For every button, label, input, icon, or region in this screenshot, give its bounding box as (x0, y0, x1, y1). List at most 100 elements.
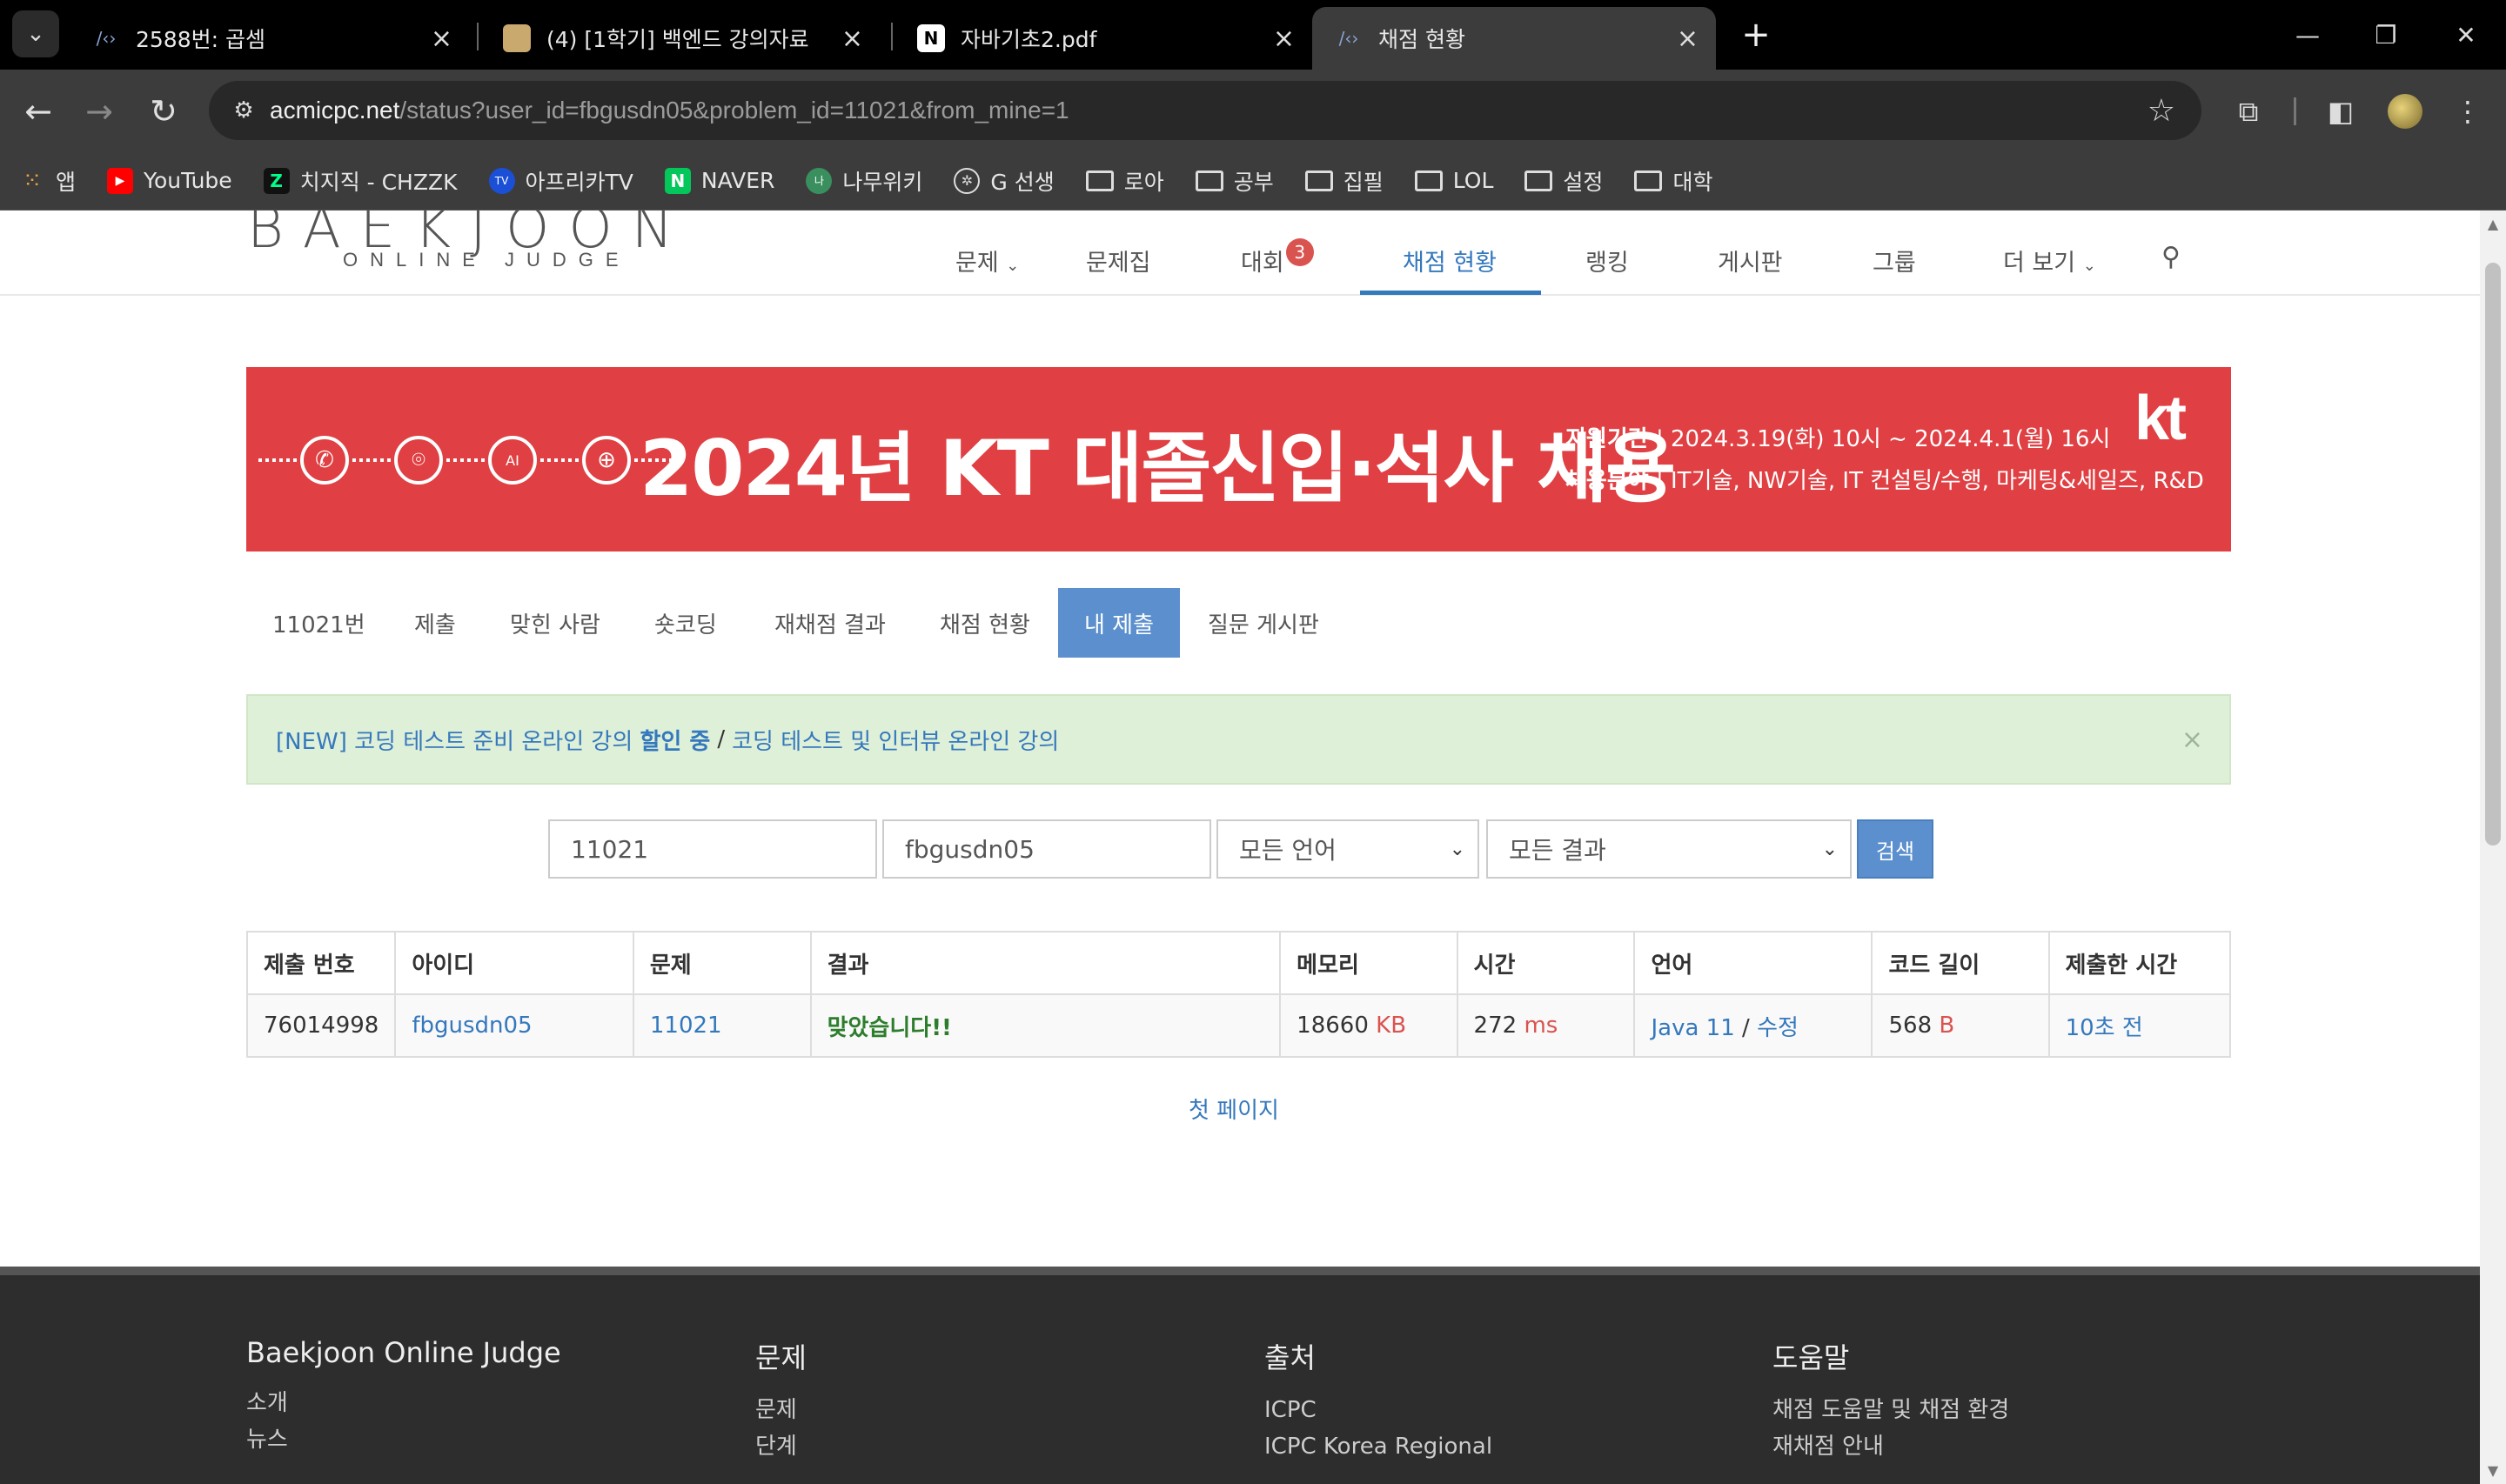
nav-problems[interactable]: 문제 ⌄ (955, 244, 1019, 277)
ai-chip-icon: AI (488, 436, 537, 485)
new-tab-button[interactable]: + (1733, 12, 1779, 57)
bookmark-youtube[interactable]: ▶ YouTube (107, 167, 232, 194)
banner-headline: 2024년 KT 대졸신입·석사 채용 (640, 424, 1676, 513)
language-link[interactable]: Java 11 (1651, 1015, 1734, 1041)
footer-link[interactable]: 뉴스 (246, 1421, 561, 1458)
nav-status[interactable]: 채점 현황 (1403, 244, 1497, 277)
nav-group[interactable]: 그룹 (1873, 244, 1916, 277)
footer-link[interactable]: 소개 (246, 1385, 561, 1421)
tab-search-button[interactable]: ⌄ (12, 10, 59, 57)
problem-id-input[interactable]: 11021 (548, 819, 877, 879)
close-window-button[interactable]: ✕ (2431, 9, 2501, 61)
nav-contest[interactable]: 대회 3 (1241, 238, 1314, 277)
footer-link[interactable]: 단계 (755, 1428, 807, 1465)
first-page-link[interactable]: 첫 페이지 (1189, 1093, 1279, 1125)
browser-tab-1[interactable]: /‹› 2588번: 곱셈 × (70, 7, 470, 70)
close-icon[interactable]: × (431, 23, 452, 54)
column-header: 언어 (1633, 931, 1873, 995)
tab-short-coding[interactable]: 숏코딩 (628, 588, 743, 658)
close-icon[interactable]: × (841, 23, 863, 54)
footer-link[interactable]: ICPC Korea Regional (1264, 1428, 1492, 1465)
tab-qna[interactable]: 질문 게시판 (1182, 588, 1345, 658)
submitted-time-link[interactable]: 10초 전 (2066, 1015, 2143, 1041)
nav-ranking[interactable]: 랭킹 (1585, 244, 1629, 277)
bookmark-star-icon[interactable]: ☆ (2148, 93, 2175, 129)
chevron-down-icon: ⌄ (2082, 257, 2096, 275)
notion-book-icon (503, 24, 531, 52)
address-bar[interactable]: ⚙ acmicpc.net/status?user_id=fbgusdn05&p… (209, 81, 2201, 140)
bookmark-chzzk[interactable]: Z 치지직 - CHZZK (263, 165, 458, 197)
bookmark-folder-loa[interactable]: 로아 (1085, 165, 1164, 197)
search-icon[interactable]: ⚲ (2161, 242, 2181, 272)
user-id-input[interactable]: fbgusdn05 (882, 819, 1211, 879)
promo-link-1[interactable]: [NEW] 코딩 테스트 준비 온라인 강의 할인 중 (276, 724, 710, 756)
close-icon[interactable]: × (1677, 23, 1699, 54)
footer-column-boj: Baekjoon Online Judge 소개 뉴스 (246, 1336, 561, 1458)
promo-link-2[interactable]: 코딩 테스트 및 인터뷰 온라인 강의 (732, 724, 1059, 756)
tab-solved-users[interactable]: 맞힌 사람 (484, 588, 626, 658)
tab-my-submissions[interactable]: 내 제출 (1058, 588, 1180, 658)
browser-menu-button[interactable]: ⋮ (2443, 87, 2492, 136)
footer-link[interactable]: 문제 (755, 1392, 807, 1428)
bookmark-folder-lol[interactable]: LOL (1414, 168, 1493, 193)
tab-submit[interactable]: 제출 (388, 588, 482, 658)
edit-link[interactable]: 수정 (1757, 1015, 1799, 1041)
bookmark-folder-writing[interactable]: 집필 (1304, 165, 1384, 197)
scroll-down-icon[interactable]: ▼ (2485, 1462, 2501, 1479)
back-button[interactable]: ← (14, 87, 63, 136)
bookmark-folder-study[interactable]: 공부 (1195, 165, 1274, 197)
bookmark-label: 치지직 - CHZZK (299, 169, 458, 195)
globe-icon: ⊕ (582, 436, 631, 485)
profile-button[interactable] (2381, 87, 2429, 136)
close-icon[interactable]: × (1273, 23, 1295, 54)
column-header: 제출 번호 (245, 931, 397, 995)
bookmark-afreecatv[interactable]: TV 아프리카TV (488, 165, 633, 197)
browser-tab-4-active[interactable]: /‹› 채점 현황 × (1312, 7, 1716, 70)
footer-link[interactable]: 채점 도움말 및 채점 환경 (1772, 1392, 2009, 1428)
language-select[interactable]: 모든 언어 ⌄ (1216, 819, 1479, 879)
submission-status-table: 제출 번호 아이디 문제 결과 메모리 시간 언어 코드 길이 제출한 시간 7… (245, 931, 2232, 1058)
field-label: 채용분야 (1565, 468, 1649, 494)
bookmark-naver[interactable]: N NAVER (664, 167, 774, 194)
footer-link[interactable]: 재채점 안내 (1772, 1428, 2009, 1465)
code-length-cell: 568 B (1871, 993, 2050, 1058)
footer-link[interactable]: ICPC (1264, 1392, 1492, 1428)
close-icon[interactable]: × (2181, 725, 2203, 755)
bookmark-folder-settings[interactable]: 설정 (1524, 165, 1603, 197)
kt-recruit-banner[interactable]: ✆ ⌾ AI ⊕ 2024년 KT 대졸신입·석사 채용 지원기간 | 2024… (246, 367, 2231, 551)
user-link[interactable]: fbgusdn05 (412, 1013, 532, 1039)
nav-workbook[interactable]: 문제집 (1086, 244, 1151, 277)
afreecatv-icon: TV (488, 167, 515, 194)
site-settings-icon[interactable]: ⚙ (218, 97, 270, 124)
extensions-button[interactable]: ⧉ (2224, 87, 2273, 136)
bookmark-namuwiki[interactable]: 나 나무위키 (806, 165, 922, 197)
reload-button[interactable]: ↻ (139, 87, 188, 136)
search-button[interactable]: 검색 (1857, 819, 1933, 879)
code-icon: /‹› (96, 28, 117, 49)
nav-more[interactable]: 더 보기 ⌄ (2003, 244, 2096, 277)
scrollbar-thumb[interactable] (2485, 263, 2501, 846)
nav-board[interactable]: 게시판 (1718, 244, 1783, 277)
scroll-up-icon[interactable]: ▲ (2485, 216, 2501, 232)
footer-heading: Baekjoon Online Judge (246, 1336, 561, 1369)
restore-button[interactable]: ❐ (2351, 9, 2421, 61)
browser-tab-3[interactable]: N 자바기초2.pdf × (895, 7, 1312, 70)
bookmark-folder-university[interactable]: 대학 (1634, 165, 1712, 197)
browser-tab-2[interactable]: (4) [1학기] 백엔드 강의자료 × (480, 7, 881, 70)
column-header: 제출한 시간 (2047, 931, 2232, 995)
side-panel-button[interactable]: ◧ (2316, 87, 2365, 136)
tab-rejudge[interactable]: 재채점 결과 (748, 588, 912, 658)
bookmark-chatgpt[interactable]: ✲ G 선생 (954, 165, 1055, 197)
tab-problem-number[interactable]: 11021번 (246, 588, 392, 658)
chevron-down-icon: ⌄ (1006, 257, 1020, 275)
folder-icon (1304, 170, 1333, 191)
minimize-button[interactable]: — (2273, 9, 2342, 61)
promo-link-bold: 할인 중 (640, 728, 711, 755)
tab-status[interactable]: 채점 현황 (914, 588, 1056, 658)
problem-link[interactable]: 11021 (650, 1013, 722, 1039)
problem-cell: 11021 (632, 993, 812, 1058)
page-scrollbar[interactable]: ▲ ▼ (2480, 211, 2506, 1484)
result-select[interactable]: 모든 결과 ⌄ (1486, 819, 1852, 879)
bookmark-apps[interactable]: ⁙ 앱 (19, 165, 76, 197)
forward-button[interactable]: → (75, 87, 124, 136)
